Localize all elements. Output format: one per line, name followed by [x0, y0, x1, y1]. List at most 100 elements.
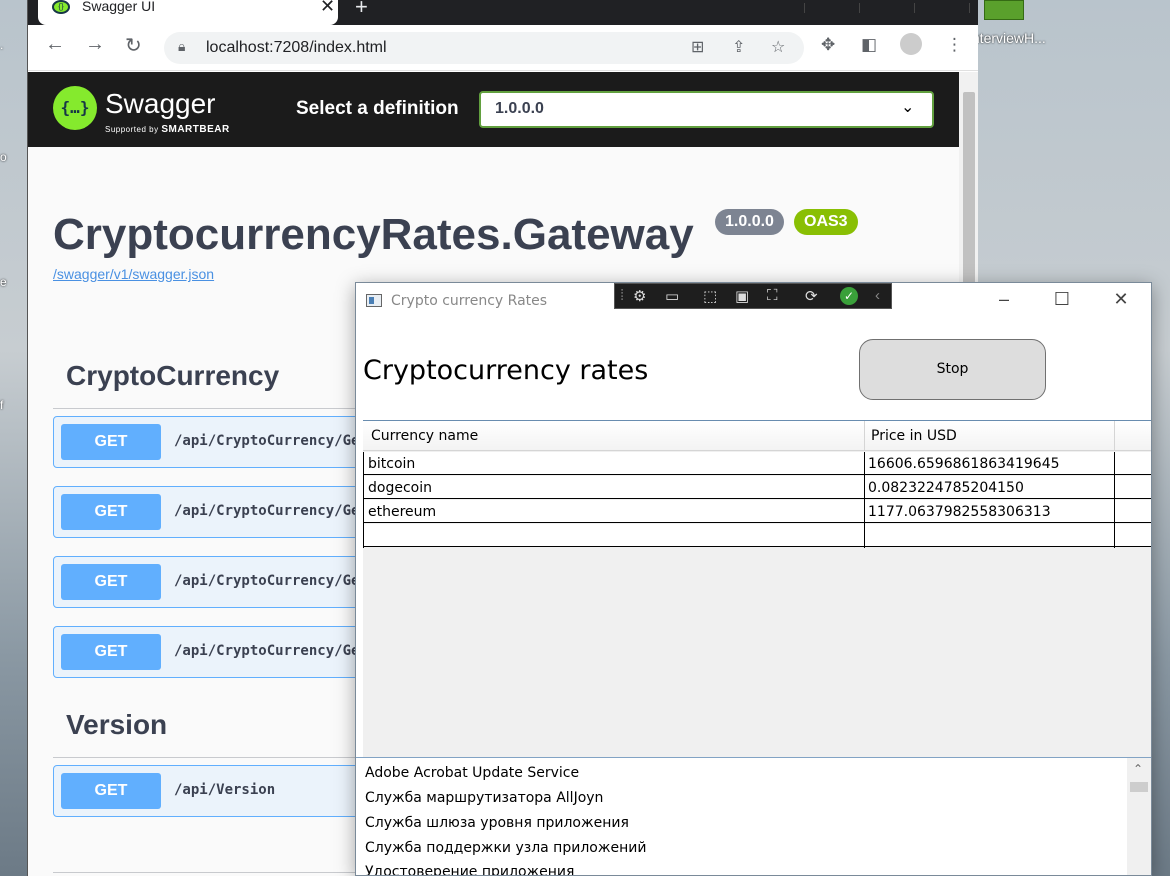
- desktop-shortcut-label[interactable]: InterviewH...: [968, 30, 1046, 46]
- chevron-down-icon: ⌄: [901, 99, 915, 116]
- desktop-edge-fragment: o: [0, 150, 7, 164]
- translate-icon[interactable]: ⊞: [691, 37, 704, 57]
- list-item[interactable]: Удостоверение приложения: [365, 864, 574, 875]
- section-version[interactable]: Version: [66, 709, 167, 741]
- crypto-rates-window: Crypto currency Rates ⁞ ⚙ ▭ ⬚ ▣ ⛶ ⟳ ✓ ‹ …: [355, 282, 1152, 876]
- api-title: CryptocurrencyRates.Gateway: [53, 210, 694, 259]
- close-icon[interactable]: ✕: [1109, 289, 1133, 310]
- method-badge: GET: [61, 773, 161, 809]
- grid-line: [864, 452, 865, 548]
- new-item-row[interactable]: [363, 524, 1151, 547]
- op-path: /api/CryptoCurrency/Get: [174, 573, 368, 589]
- definition-label: Select a definition: [296, 98, 459, 119]
- listbox-scrollbar[interactable]: ⌃: [1127, 758, 1151, 875]
- tab-title: Swagger UI: [82, 0, 156, 14]
- select-element-icon[interactable]: ⬚: [703, 287, 717, 305]
- window-titlebar[interactable]: Crypto currency Rates ⁞ ⚙ ▭ ⬚ ▣ ⛶ ⟳ ✓ ‹ …: [356, 283, 1151, 319]
- price-cell[interactable]: 0.0823224785204150: [868, 480, 1024, 496]
- window-controls-strip: [750, 0, 978, 13]
- currency-cell[interactable]: dogecoin: [368, 480, 432, 496]
- list-item[interactable]: Служба поддержки узла приложений: [365, 840, 646, 856]
- desktop-edge-fragment: e: [0, 275, 7, 289]
- minimize-icon[interactable]: –: [992, 289, 1016, 310]
- swagger-favicon-icon: {}: [52, 0, 70, 14]
- op-path: /api/Version: [174, 782, 276, 798]
- scroll-up-arrow-icon[interactable]: ⌃: [1133, 762, 1143, 776]
- collapse-chevron-icon[interactable]: ‹: [875, 287, 880, 304]
- op-path: /api/CryptoCurrency/Get: [174, 503, 368, 519]
- track-focus-icon[interactable]: ⛶: [767, 287, 778, 304]
- stop-button[interactable]: Stop: [859, 339, 1046, 400]
- column-header-currency[interactable]: Currency name: [371, 428, 478, 444]
- oas-badge: OAS3: [794, 209, 858, 235]
- method-badge: GET: [61, 494, 161, 530]
- version-badge: 1.0.0.0: [715, 209, 784, 235]
- column-separator[interactable]: [1114, 421, 1115, 451]
- list-item[interactable]: Служба шлюза уровня приложения: [365, 815, 629, 831]
- list-item[interactable]: Служба маршрутизатора AllJoyn: [365, 790, 603, 806]
- desktop-edge-fragment: .: [0, 38, 4, 52]
- op-path: /api/CryptoCurrency/Get: [174, 433, 368, 449]
- url-text[interactable]: localhost:7208/index.html: [206, 39, 387, 57]
- listbox-scroll-thumb[interactable]: [1130, 782, 1148, 792]
- method-badge: GET: [61, 634, 161, 670]
- grid-header: Currency name Price in USD: [363, 421, 1151, 451]
- smartbear-text: SMARTBEAR: [161, 124, 230, 135]
- address-bar[interactable]: 🔒︎ localhost:7208/index.html ⊞ ⇪ ☆: [164, 32, 804, 64]
- bookmark-star-icon[interactable]: ☆: [771, 37, 785, 57]
- column-separator[interactable]: [864, 421, 865, 451]
- column-header-price[interactable]: Price in USD: [871, 428, 957, 444]
- swagger-topbar: {…} Swagger Supported by SMARTBEAR Selec…: [28, 72, 959, 147]
- reload-icon[interactable]: ↻: [125, 33, 142, 58]
- share-icon[interactable]: ⇪: [732, 37, 745, 57]
- op-path: /api/CryptoCurrency/Get: [174, 643, 368, 659]
- currency-cell[interactable]: ethereum: [368, 504, 436, 520]
- forward-arrow-icon[interactable]: →: [85, 33, 105, 56]
- definition-select[interactable]: 1.0.0.0 ⌄: [479, 91, 934, 128]
- app-heading: Cryptocurrency rates: [363, 355, 649, 386]
- method-badge: GET: [61, 564, 161, 600]
- definition-value: 1.0.0.0: [495, 100, 544, 117]
- price-cell[interactable]: 16606.6596861863419645: [868, 456, 1060, 472]
- list-item[interactable]: Adobe Acrobat Update Service: [365, 765, 579, 781]
- back-arrow-icon[interactable]: ←: [45, 33, 65, 56]
- swagger-supported-by: Supported by SMARTBEAR: [105, 124, 230, 135]
- app-window-icon: [366, 294, 382, 307]
- table-row[interactable]: ethereum 1177.0637982558306313: [363, 500, 1151, 523]
- table-row[interactable]: dogecoin 0.0823224785204150: [363, 476, 1151, 499]
- profile-avatar[interactable]: [900, 33, 922, 55]
- camera-icon[interactable]: ▭: [665, 287, 679, 305]
- hot-reload-icon[interactable]: ⟳: [805, 287, 818, 305]
- method-badge: GET: [61, 424, 161, 460]
- check-icon[interactable]: ✓: [840, 287, 858, 305]
- grip-icon[interactable]: ⁞: [620, 287, 624, 304]
- lock-icon[interactable]: 🔒︎: [178, 38, 185, 55]
- layout-adorner-icon[interactable]: ▣: [735, 287, 749, 305]
- table-row[interactable]: bitcoin 16606.6596861863419645: [363, 452, 1151, 475]
- new-tab-icon[interactable]: +: [355, 0, 368, 20]
- currency-cell[interactable]: bitcoin: [368, 456, 415, 472]
- xaml-debug-toolbar: ⁞ ⚙ ▭ ⬚ ▣ ⛶ ⟳ ✓ ‹: [614, 283, 892, 309]
- tab-bar: {} Swagger UI ✕ +: [28, 0, 978, 25]
- swagger-logo-icon[interactable]: {…}: [53, 86, 97, 130]
- browser-toolbar: ← → ↻ 🔒︎ localhost:7208/index.html ⊞ ⇪ ☆…: [28, 25, 978, 71]
- grid-line: [363, 452, 364, 548]
- tab-close-icon[interactable]: ✕: [320, 0, 335, 17]
- spec-link[interactable]: /swagger/v1/swagger.json: [53, 266, 214, 282]
- supported-by-text: Supported by: [105, 125, 159, 134]
- maximize-icon[interactable]: ☐: [1050, 289, 1074, 310]
- desktop-shortcut-icon[interactable]: [984, 0, 1024, 20]
- side-panel-icon[interactable]: ◧: [861, 35, 877, 55]
- price-cell[interactable]: 1177.0637982558306313: [868, 504, 1051, 520]
- extensions-puzzle-icon[interactable]: ✥: [821, 35, 835, 55]
- rates-datagrid: Currency name Price in USD bitcoin 16606…: [363, 420, 1151, 757]
- services-listbox[interactable]: Adobe Acrobat Update Service Служба марш…: [356, 757, 1151, 875]
- section-cryptocurrency[interactable]: CryptoCurrency: [66, 360, 279, 392]
- live-tree-icon[interactable]: ⚙: [633, 287, 646, 305]
- desktop-edge-fragment: f: [0, 398, 4, 412]
- tab-swagger[interactable]: {} Swagger UI ✕: [38, 0, 338, 25]
- window-title: Crypto currency Rates: [391, 293, 548, 309]
- swagger-brand: Swagger: [105, 88, 216, 119]
- grid-line: [1114, 452, 1115, 548]
- menu-kebab-icon[interactable]: ⋮: [946, 35, 963, 55]
